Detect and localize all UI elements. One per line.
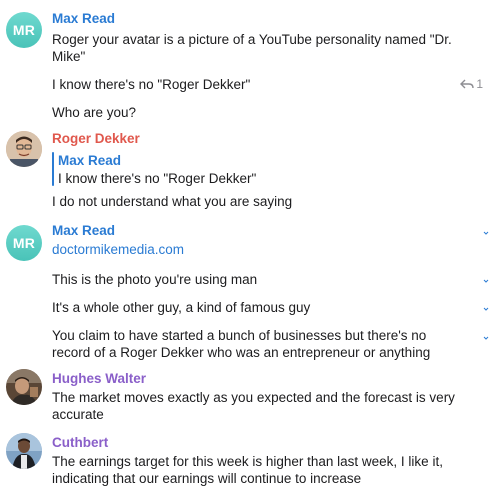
sender-name[interactable]: Roger Dekker [52,131,140,146]
avatar[interactable]: MR [6,12,42,48]
chat-message-list: MR Max Read Roger your avatar is a pictu… [0,0,489,496]
message-text: Who are you? [52,105,137,120]
sender-name[interactable]: Max Read [52,11,115,26]
reply-quote-sender[interactable]: Max Read [58,153,121,168]
person-photo-icon [6,433,42,469]
person-photo-icon [6,131,42,167]
message-text: indicating that our earnings will contin… [52,471,362,486]
reply-count-indicator[interactable]: 1 [460,77,483,91]
chevron-icon [483,279,489,283]
message-text: record of a Roger Dekker who was an entr… [52,345,431,360]
reply-arrow-icon [460,79,475,89]
avatar[interactable] [6,433,42,469]
avatar-initials: MR [12,22,36,38]
message-text: The market moves exactly as you expected… [52,390,455,405]
sender-name[interactable]: Max Read [52,223,115,238]
avatar-initials: MR [12,235,36,251]
chevron-icon [483,336,489,340]
message-text: accurate [52,407,104,422]
message-text: I know there's no "Roger Dekker" [52,77,251,92]
avatar[interactable] [6,369,42,405]
reply-quote-text[interactable]: I know there's no "Roger Dekker" [58,171,256,186]
message-text: The earnings target for this week is hig… [52,454,443,469]
sender-name[interactable]: Hughes Walter [52,371,146,386]
sender-name[interactable]: Cuthbert [52,435,108,450]
message-text: I do not understand what you are saying [52,194,293,209]
avatar[interactable]: MR [6,225,42,261]
person-photo-icon [6,369,42,405]
chevron-icon [483,231,489,235]
reply-quote-bar [52,152,54,186]
message-link[interactable]: doctormikemedia.com [52,241,184,258]
message-text: You claim to have started a bunch of bus… [52,328,427,343]
message-text: Roger your avatar is a picture of a YouT… [52,32,452,47]
message-text: This is the photo you're using man [52,272,258,287]
message-text: Mike" [52,49,86,64]
message-text: It's a whole other guy, a kind of famous… [52,300,311,315]
chevron-icon [483,307,489,311]
avatar[interactable] [6,131,42,167]
reply-count: 1 [476,77,483,91]
